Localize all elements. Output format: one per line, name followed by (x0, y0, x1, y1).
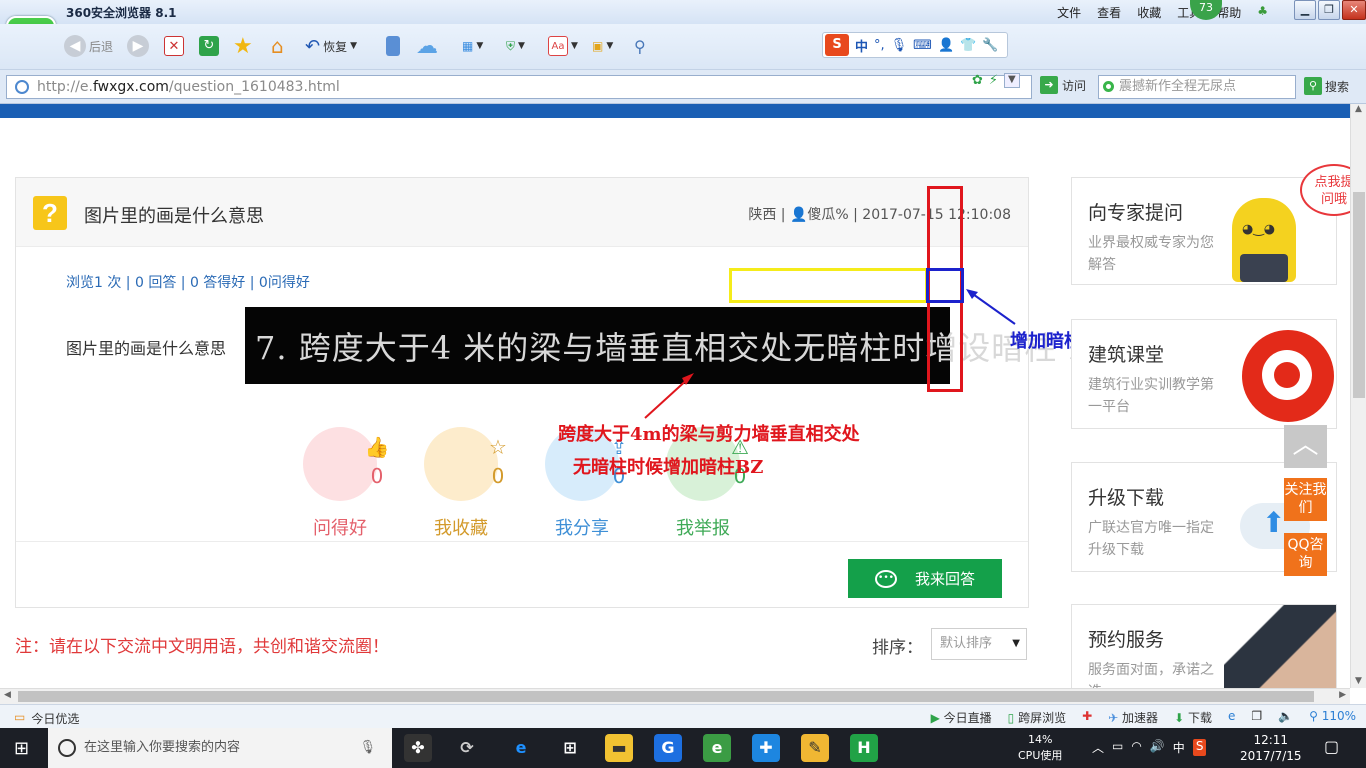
status-bar: ▭ 今日优选 ▶ 今日直播 ▯ 跨屏浏览 ✚ ✈ 加速器 ⬇ 下载 e ❐ 🔈 … (0, 704, 1366, 728)
follow-us-button[interactable]: 关注我们 (1284, 478, 1327, 521)
app-plus-icon[interactable]: ✚ (752, 734, 780, 762)
horizontal-scrollbar[interactable]: ◀ ▶ (0, 688, 1350, 704)
horizontal-scroll-thumb[interactable] (18, 691, 1314, 702)
browser-app-icon[interactable]: ⟳ (453, 734, 481, 762)
volume-icon[interactable]: 🔈 (1278, 709, 1293, 726)
scroll-right-icon[interactable]: ▶ (1339, 690, 1346, 700)
vertical-scrollbar[interactable]: ▲ ▼ (1350, 104, 1366, 688)
sidebar-card-expert[interactable]: 向专家提问 业界最权威专家为您解答 ◕‿◕ 点我提问哦 (1071, 164, 1366, 285)
red-annotation-line2: 无暗柱时候增加暗柱BZ (573, 457, 764, 478)
handshake-image (1224, 605, 1336, 689)
battery-icon[interactable]: ▭ (1112, 739, 1123, 756)
accelerator-icon: ✈ (1108, 711, 1119, 725)
microphone-icon: 🎙 (359, 740, 376, 755)
download-button[interactable]: ⬇ 下载 (1174, 709, 1212, 726)
accelerator-button[interactable]: ✈ 加速器 (1108, 709, 1158, 726)
tray-up-icon[interactable]: ︿ (1092, 739, 1104, 756)
back-to-top-icon[interactable]: ︿ (1284, 425, 1327, 468)
file-explorer-icon[interactable]: ▬ (605, 734, 633, 762)
store-icon[interactable]: ⊞ (556, 734, 584, 762)
phone-small-icon: ▯ (1007, 711, 1015, 725)
classroom-logo-icon (1242, 330, 1334, 422)
ie-icon[interactable]: e (1228, 709, 1235, 726)
clock[interactable]: 12:11 2017/7/15 (1240, 732, 1302, 764)
window-icon[interactable]: ❐ (1251, 709, 1262, 726)
live-button[interactable]: ▶ 今日直播 (931, 709, 992, 726)
notification-icon[interactable]: ▢ (1324, 737, 1339, 756)
sidebar-card-service[interactable]: 预约服务 服务面对面，承诺之选 (1071, 604, 1337, 700)
windows-start-icon[interactable]: ⊞ (14, 738, 29, 759)
community-note: 注：请在以下交流中文明用语，共创和谐交流圈！ (15, 637, 389, 657)
chevron-down-icon: ▼ (1012, 638, 1020, 649)
scroll-up-icon[interactable]: ▲ (1351, 104, 1366, 114)
windows-taskbar: ⊞ 在这里输入你要搜索的内容 🎙 ✤ ⟳ e ⊞ ▬ G e ✚ ✎ H 14%… (0, 728, 1366, 768)
cpu-usage[interactable]: 14% CPU使用 (1018, 732, 1062, 764)
today-picks[interactable]: ▭ 今日优选 (14, 710, 79, 727)
cross-screen-button[interactable]: ▯ 跨屏浏览 (1008, 709, 1066, 726)
taskbar-search-input[interactable]: 在这里输入你要搜索的内容 🎙 (48, 728, 392, 768)
mascot-icon: ◕‿◕ (1232, 198, 1296, 282)
sort-select[interactable]: 默认排序 ▼ (931, 628, 1027, 660)
cortana-icon (58, 739, 76, 757)
zoom-level[interactable]: ⚲ 110% (1309, 709, 1356, 726)
ime-indicator[interactable]: 中 (1173, 739, 1185, 756)
plus-icon[interactable]: ✚ (1082, 709, 1092, 726)
download-icon: ⬇ (1174, 711, 1185, 725)
task-view-icon[interactable]: ✤ (404, 734, 432, 762)
gift-icon: ▭ (14, 710, 26, 724)
red-annotation-line1: 跨度大于4m的梁与剪力墙垂直相交处 (558, 424, 860, 445)
app-g-icon[interactable]: G (654, 734, 682, 762)
notes-icon[interactable]: ✎ (801, 734, 829, 762)
vertical-scroll-thumb[interactable] (1353, 192, 1365, 398)
sogou-tray-icon[interactable]: S (1192, 739, 1207, 756)
scroll-down-icon[interactable]: ▼ (1351, 676, 1366, 686)
app-h-icon[interactable]: H (850, 734, 878, 762)
speaker-icon[interactable]: 🔊 (1150, 739, 1165, 756)
qq-consult-button[interactable]: QQ咨询 (1284, 533, 1327, 576)
edge-icon[interactable]: e (507, 734, 535, 762)
sort-label: 排序： (872, 638, 923, 658)
play-icon: ▶ (930, 711, 940, 725)
system-tray: ︿ ▭ ◠ 🔊 中 S (1092, 739, 1207, 756)
scroll-left-icon[interactable]: ◀ (4, 690, 11, 700)
wifi-icon[interactable]: ◠ (1131, 739, 1141, 756)
sidebar-card-classroom[interactable]: 建筑课堂 建筑行业实训教学第一平台 (1071, 319, 1337, 429)
360-browser-task-icon[interactable]: e (703, 734, 731, 762)
